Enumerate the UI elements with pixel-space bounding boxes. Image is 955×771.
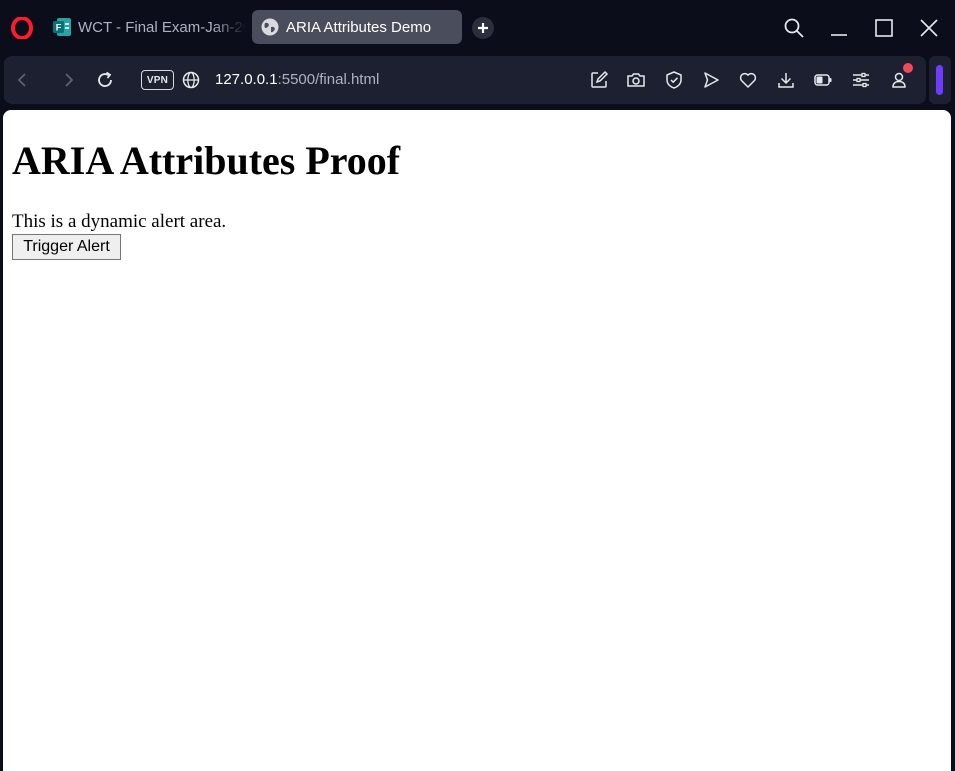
vpn-badge[interactable]: VPN bbox=[141, 70, 174, 90]
page-viewport: ARIA Attributes Proof This is a dynamic … bbox=[3, 110, 951, 771]
new-tab-button[interactable] bbox=[472, 17, 494, 39]
sidebar-toggle[interactable] bbox=[929, 56, 951, 104]
send-icon[interactable] bbox=[701, 70, 721, 90]
tab-aria-demo[interactable]: ARIA Attributes Demo bbox=[252, 10, 462, 44]
search-tabs-icon[interactable] bbox=[782, 16, 806, 40]
tab-title: WCT - Final Exam-Jan-2024 bbox=[78, 18, 246, 36]
forms-app-icon: F bbox=[53, 18, 71, 36]
reload-icon[interactable] bbox=[95, 70, 115, 90]
site-info-globe-icon[interactable] bbox=[181, 70, 201, 90]
forward-icon[interactable] bbox=[58, 70, 78, 90]
svg-text:F: F bbox=[56, 23, 62, 33]
url-field[interactable]: 127.0.0.1:5500/final.html bbox=[215, 71, 379, 88]
address-bar: VPN 127.0.0.1:5500/final.html bbox=[4, 56, 926, 104]
notification-dot bbox=[903, 63, 913, 73]
sidebar-indicator-bar bbox=[936, 65, 943, 95]
alert-area: This is a dynamic alert area. bbox=[12, 211, 227, 232]
browser-titlebar: F WCT - Final Exam-Jan-2024 ARIA Attribu… bbox=[0, 0, 955, 55]
easy-setup-icon[interactable] bbox=[851, 70, 871, 90]
close-icon[interactable] bbox=[917, 16, 941, 40]
minimize-icon[interactable] bbox=[827, 16, 851, 40]
edit-snapshot-icon[interactable] bbox=[589, 70, 609, 90]
download-icon[interactable] bbox=[776, 70, 796, 90]
shield-icon[interactable] bbox=[664, 70, 684, 90]
plus-icon bbox=[478, 23, 488, 33]
tab-title: ARIA Attributes Demo bbox=[286, 18, 432, 36]
camera-icon[interactable] bbox=[626, 70, 646, 90]
back-icon[interactable] bbox=[13, 70, 33, 90]
opera-logo-icon[interactable] bbox=[11, 17, 33, 39]
page-heading: ARIA Attributes Proof bbox=[12, 138, 401, 183]
trigger-alert-button[interactable]: Trigger Alert bbox=[12, 234, 121, 260]
url-host: 127.0.0.1 bbox=[215, 71, 278, 88]
maximize-icon[interactable] bbox=[872, 16, 896, 40]
tab-wct-final-exam[interactable]: F WCT - Final Exam-Jan-2024 bbox=[44, 10, 246, 44]
profile-icon[interactable] bbox=[889, 70, 909, 90]
heart-icon[interactable] bbox=[738, 70, 758, 90]
url-path: :5500/final.html bbox=[277, 71, 380, 88]
globe-icon bbox=[261, 18, 279, 36]
battery-saver-icon[interactable] bbox=[813, 70, 833, 90]
